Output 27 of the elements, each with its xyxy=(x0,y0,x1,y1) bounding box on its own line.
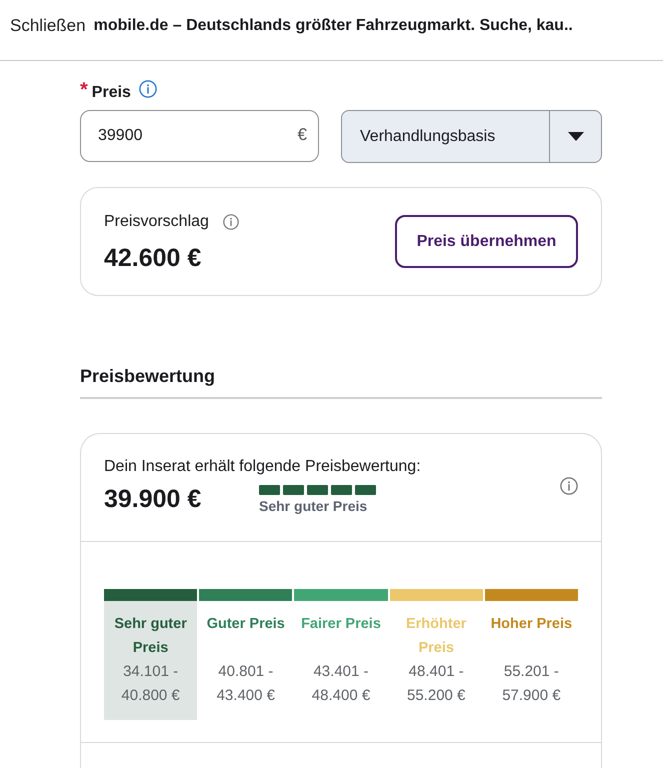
rating-intro: Dein Inserat erhält folgende Preisbewertung: xyxy=(104,457,421,477)
category-label: Erhöhter Preis xyxy=(404,615,468,658)
category-label: Guter Preis xyxy=(206,615,285,634)
category-range: 43.401 - 48.400 € xyxy=(310,662,372,706)
category-range: 40.801 - 43.400 € xyxy=(216,662,276,706)
suggestion-label: Preisvorschlag xyxy=(104,212,209,232)
info-icon[interactable] xyxy=(138,80,157,98)
price-type-dropdown[interactable]: Verhandlungsbasis xyxy=(341,110,602,163)
section-heading: Preisbewertung xyxy=(80,365,216,388)
info-icon[interactable] xyxy=(560,476,578,494)
listing-price: 39.900 € xyxy=(104,485,202,513)
rating-label: Sehr guter Preis xyxy=(259,496,368,514)
required-mark: * xyxy=(80,80,88,100)
category-range: 48.401 - 55.200 € xyxy=(406,662,466,706)
category-range: 34.101 - 40.800 € xyxy=(120,662,181,706)
currency-symbol: € xyxy=(298,124,307,146)
field-label: Preis xyxy=(92,83,131,103)
apply-price-button[interactable]: Preis übernehmen xyxy=(395,215,578,268)
page-title: mobile.de – Deutschlands größter Fahrzeugmarkt. Suche, kau.. xyxy=(94,16,573,36)
category-label: Sehr guter Preis xyxy=(113,615,188,658)
suggested-price: 42.600 € xyxy=(104,242,202,272)
info-icon[interactable] xyxy=(222,214,239,230)
category-label: Fairer Preis xyxy=(301,615,381,634)
category-range: 55.201 - 57.900 € xyxy=(501,662,562,706)
category-label: Hoher Preis xyxy=(490,615,572,634)
caret-icon xyxy=(568,132,584,141)
close-button[interactable]: Schließen xyxy=(10,13,86,39)
